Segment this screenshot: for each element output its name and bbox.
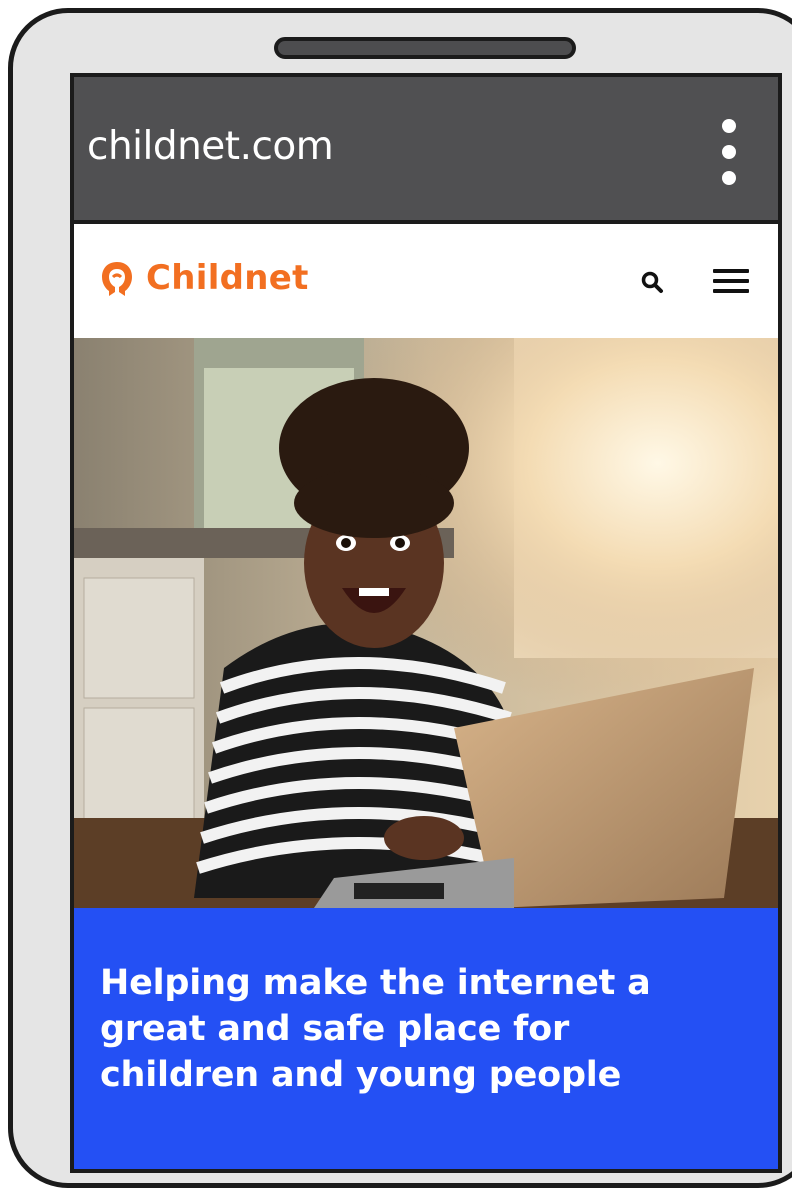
childnet-logo[interactable]: Childnet (98, 256, 309, 300)
logo-text: Childnet (146, 258, 309, 298)
site-header: Childnet (74, 224, 778, 338)
banner-headline: Helping make the internet a great and sa… (100, 963, 651, 1095)
search-icon[interactable] (640, 270, 664, 294)
phone-screen: childnet.com Childnet Helping make the i… (70, 73, 782, 1173)
hero-image (74, 338, 778, 908)
kebab-menu-icon[interactable] (714, 119, 744, 191)
phone-frame: childnet.com Childnet Helping make the i… (8, 8, 792, 1188)
url-text[interactable]: childnet.com (87, 127, 334, 166)
hamburger-menu-icon[interactable] (713, 267, 749, 295)
hero-banner: Helping make the internet a great and sa… (74, 908, 778, 1169)
childnet-logo-icon (102, 262, 132, 296)
browser-address-bar: childnet.com (74, 77, 778, 224)
hero-photo (74, 338, 778, 908)
phone-speaker (274, 37, 576, 59)
